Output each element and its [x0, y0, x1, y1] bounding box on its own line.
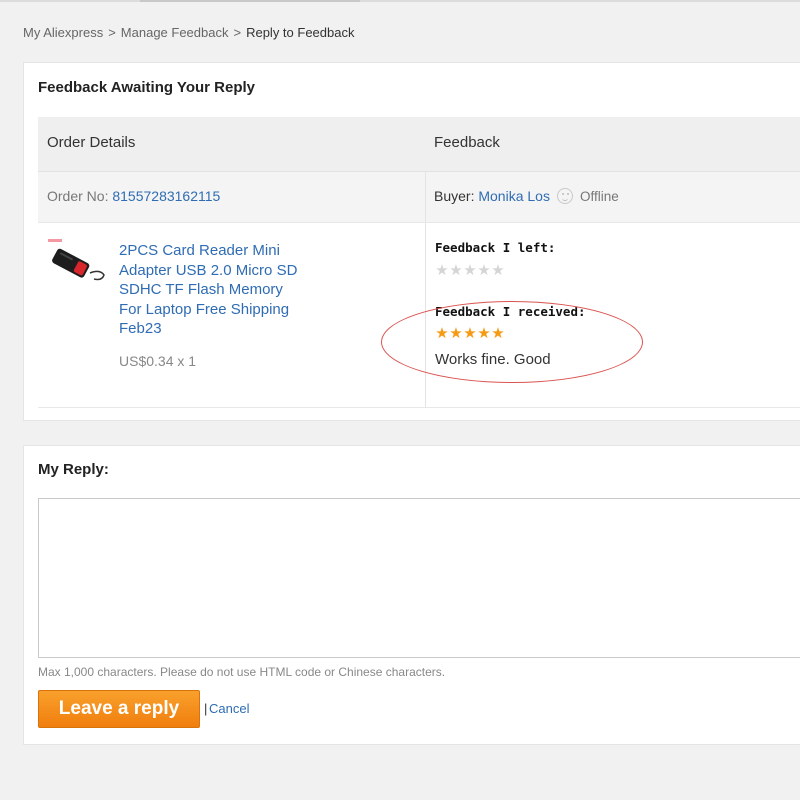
order-no-label: Order No: — [47, 188, 109, 204]
feedback-left-label: Feedback I left: — [435, 240, 556, 255]
star-empty-icon: ★ — [463, 262, 477, 279]
star-filled-icon: ★ — [435, 325, 449, 342]
buyer-label: Buyer: — [434, 188, 475, 204]
active-tab-indicator — [140, 0, 360, 2]
column-order-details: Order Details — [47, 134, 136, 151]
order-row: 2PCS Card Reader Mini Adapter USB 2.0 Mi… — [38, 222, 800, 408]
top-border — [0, 0, 800, 2]
product-title-link[interactable]: 2PCS Card Reader Mini Adapter USB 2.0 Mi… — [119, 241, 299, 339]
star-empty-icon: ★ — [435, 262, 449, 279]
order-number: Order No: 81557283162115 — [47, 188, 220, 204]
feedback-received-label: Feedback I received: — [435, 304, 586, 319]
leave-reply-button[interactable]: Leave a reply — [38, 690, 200, 728]
star-filled-icon: ★ — [477, 325, 491, 342]
breadcrumb-my-aliexpress[interactable]: My Aliexpress — [23, 25, 103, 40]
table-header: Order Details Feedback — [38, 117, 800, 171]
feedback-received-text: Works fine. Good — [435, 351, 551, 368]
breadcrumb-reply-to-feedback: Reply to Feedback — [246, 25, 355, 40]
reply-textarea[interactable] — [38, 498, 800, 658]
buyer-info: Buyer: Monika Los — [434, 188, 550, 204]
offline-status-icon[interactable] — [557, 188, 573, 204]
column-divider — [425, 172, 426, 223]
product-price: US$0.34 x 1 — [119, 353, 197, 369]
my-reply-panel: My Reply: Max 1,000 characters. Please d… — [23, 445, 800, 745]
breadcrumb-separator: > — [108, 25, 116, 40]
reply-title: My Reply: — [38, 461, 109, 478]
feedback-awaiting-panel: Feedback Awaiting Your Reply Order Detai… — [23, 62, 800, 421]
star-empty-icon: ★ — [449, 262, 463, 279]
card-reader-product-image[interactable] — [46, 237, 106, 292]
buyer-status: Offline — [580, 189, 619, 204]
order-no-link[interactable]: 81557283162115 — [112, 188, 220, 204]
order-info-row: Order No: 81557283162115 Buyer: Monika L… — [38, 171, 800, 223]
star-filled-icon: ★ — [463, 325, 477, 342]
feedback-left-rating: ★★★★★ — [435, 261, 505, 279]
action-divider: | — [204, 701, 208, 716]
cancel-link[interactable]: Cancel — [209, 701, 249, 716]
column-feedback: Feedback — [434, 134, 500, 151]
star-empty-icon: ★ — [491, 262, 505, 279]
section-title: Feedback Awaiting Your Reply — [38, 79, 256, 96]
reply-hint: Max 1,000 characters. Please do not use … — [38, 665, 446, 679]
star-filled-icon: ★ — [491, 325, 505, 342]
breadcrumb-manage-feedback[interactable]: Manage Feedback — [121, 25, 229, 40]
feedback-received-rating: ★★★★★ — [435, 324, 505, 342]
buyer-name-link[interactable]: Monika Los — [478, 188, 550, 204]
breadcrumb: My Aliexpress > Manage Feedback > Reply to F… — [23, 25, 354, 40]
star-empty-icon: ★ — [477, 262, 491, 279]
column-divider — [425, 223, 426, 407]
breadcrumb-separator: > — [233, 25, 242, 40]
star-filled-icon: ★ — [449, 325, 463, 342]
